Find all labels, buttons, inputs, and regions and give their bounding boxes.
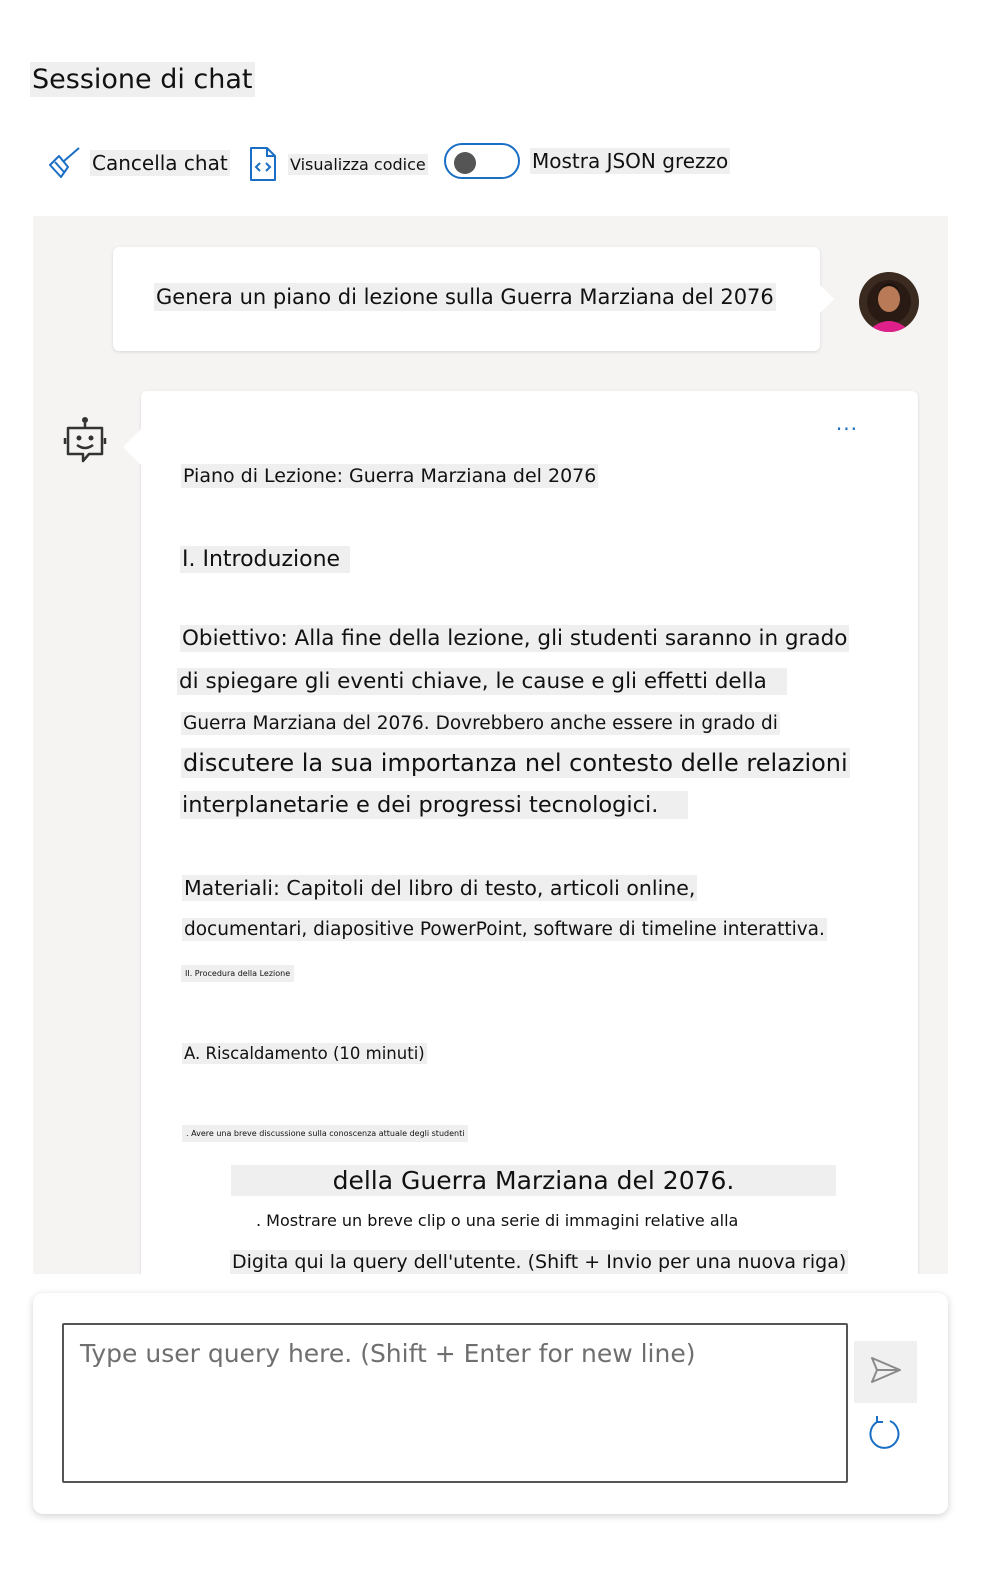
assistant-message-bubble: ··· Piano di Lezione: Guerra Marziana de… xyxy=(123,391,918,1274)
view-code-button[interactable]: Visualizza codice xyxy=(248,146,428,182)
toggle-knob xyxy=(454,152,476,174)
bot-line: I. Introduzione xyxy=(180,546,351,573)
view-code-label: Visualizza codice xyxy=(288,153,428,175)
more-options-button[interactable]: ··· xyxy=(836,419,858,439)
send-icon xyxy=(870,1356,902,1388)
clear-chat-button[interactable]: Cancella chat xyxy=(46,145,230,181)
broom-icon xyxy=(46,145,82,181)
raw-json-label: Mostra JSON grezzo xyxy=(530,148,731,174)
bot-line: . Mostrare un breve clip o una serie di … xyxy=(256,1211,739,1230)
bot-line: Guerra Marziana del 2076. Dovrebbero anc… xyxy=(181,712,780,735)
bot-line: Materiali: Capitoli del libro di testo, … xyxy=(182,875,698,901)
toggle-switch[interactable] xyxy=(444,143,520,179)
bot-line: Piano di Lezione: Guerra Marziana del 20… xyxy=(181,464,599,488)
query-input[interactable] xyxy=(62,1323,848,1483)
user-message-bubble: Genera un piano di lezione sulla Guerra … xyxy=(113,247,834,351)
send-button[interactable] xyxy=(854,1341,917,1403)
raw-json-toggle[interactable]: Mostra JSON grezzo xyxy=(444,143,731,179)
refresh-icon xyxy=(868,1415,902,1455)
bot-line: documentari, diapositive PowerPoint, sof… xyxy=(182,918,827,941)
bot-line: A. Riscaldamento (10 minuti) xyxy=(182,1043,427,1064)
chat-history[interactable]: Genera un piano di lezione sulla Guerra … xyxy=(33,216,948,1274)
bot-line: di spiegare gli eventi chiave, le cause … xyxy=(177,668,787,695)
user-avatar xyxy=(859,272,919,332)
page-title: Sessione di chat xyxy=(30,62,255,97)
reset-button[interactable] xyxy=(867,1415,903,1455)
bot-line: interplanetarie e dei progressi tecnolog… xyxy=(180,791,689,819)
code-file-icon xyxy=(248,146,278,182)
input-panel xyxy=(33,1293,948,1514)
user-message-text: Genera un piano di lezione sulla Guerra … xyxy=(154,283,776,311)
bot-line: Obiettivo: Alla fine della lezione, gli … xyxy=(180,625,850,652)
bot-line: . Avere una breve discussione sulla cono… xyxy=(182,1125,469,1142)
bot-line: della Guerra Marziana del 2076. xyxy=(231,1165,836,1196)
bot-line: Digita qui la query dell'utente. (Shift … xyxy=(230,1250,849,1274)
bot-line: II. Procedura della Lezione xyxy=(181,965,295,982)
bot-icon xyxy=(63,416,107,468)
clear-chat-label: Cancella chat xyxy=(90,150,230,176)
bot-line: discutere la sua importanza nel contesto… xyxy=(181,748,850,778)
